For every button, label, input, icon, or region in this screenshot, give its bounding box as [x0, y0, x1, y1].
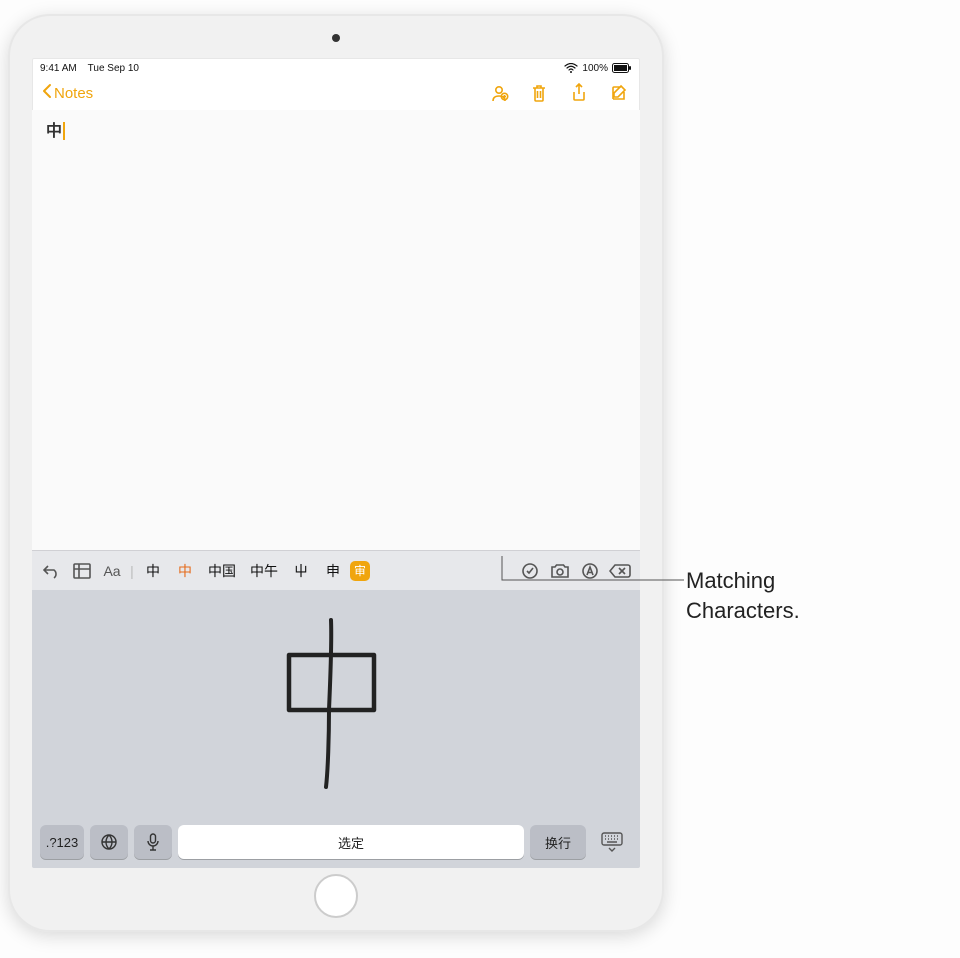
candidate-bar: Aa | 中 中 中国 中午 屮 申 审 — [32, 550, 640, 590]
candidate-3[interactable]: 中国 — [202, 557, 242, 585]
handwriting-panel[interactable] — [32, 590, 640, 820]
home-button[interactable] — [314, 874, 358, 918]
status-date: Tue Sep 10 — [88, 63, 139, 74]
return-key[interactable]: 换行 — [530, 825, 586, 859]
undo-icon[interactable] — [38, 557, 66, 585]
callout-text: Matching Characters. — [686, 566, 800, 625]
candidate-2[interactable]: 中 — [170, 557, 200, 585]
divider: | — [128, 557, 136, 585]
note-body[interactable]: 中 — [32, 110, 640, 550]
ipad-device: 9:41 AM Tue Sep 10 100% Notes — [8, 14, 664, 932]
format-icon[interactable]: Aa — [98, 557, 126, 585]
chevron-left-icon — [42, 83, 52, 103]
front-camera — [332, 34, 340, 42]
candidate-5[interactable]: 屮 — [286, 557, 316, 585]
backspace-icon[interactable] — [606, 557, 634, 585]
status-left: 9:41 AM Tue Sep 10 — [40, 63, 139, 74]
collaborate-button[interactable] — [488, 82, 510, 104]
status-right: 100% — [564, 63, 632, 74]
callout-line2: Characters. — [686, 596, 800, 626]
candidate-6[interactable]: 申 — [318, 557, 348, 585]
battery-icon — [612, 63, 632, 73]
dictation-key[interactable] — [134, 825, 172, 859]
markup-icon[interactable] — [576, 557, 604, 585]
callout-line1: Matching — [686, 566, 800, 596]
globe-key[interactable] — [90, 825, 128, 859]
candidate-1[interactable]: 中 — [138, 557, 168, 585]
table-icon[interactable] — [68, 557, 96, 585]
candidate-4[interactable]: 中午 — [244, 557, 284, 585]
battery-pct: 100% — [582, 63, 608, 74]
keyboard-bottom-row: .?123 选定 换行 — [32, 820, 640, 868]
status-bar: 9:41 AM Tue Sep 10 100% — [32, 58, 640, 76]
camera-icon[interactable] — [546, 557, 574, 585]
share-button[interactable] — [568, 82, 590, 104]
wifi-icon — [564, 63, 578, 73]
trash-button[interactable] — [528, 82, 550, 104]
back-button[interactable]: Notes — [42, 83, 93, 103]
symbol-key[interactable]: .?123 — [40, 825, 84, 859]
text-cursor — [63, 122, 65, 140]
checklist-icon[interactable] — [516, 557, 544, 585]
handwritten-stroke — [261, 615, 411, 795]
candidate-7[interactable]: 审 — [350, 561, 370, 581]
status-time: 9:41 AM — [40, 63, 77, 74]
dismiss-keyboard-key[interactable] — [592, 825, 632, 859]
back-label: Notes — [54, 85, 93, 102]
spacebar[interactable]: 选定 — [178, 825, 524, 859]
note-text: 中 — [46, 123, 62, 140]
nav-bar: Notes — [32, 76, 640, 110]
compose-button[interactable] — [608, 82, 630, 104]
screen: 9:41 AM Tue Sep 10 100% Notes — [32, 58, 640, 868]
